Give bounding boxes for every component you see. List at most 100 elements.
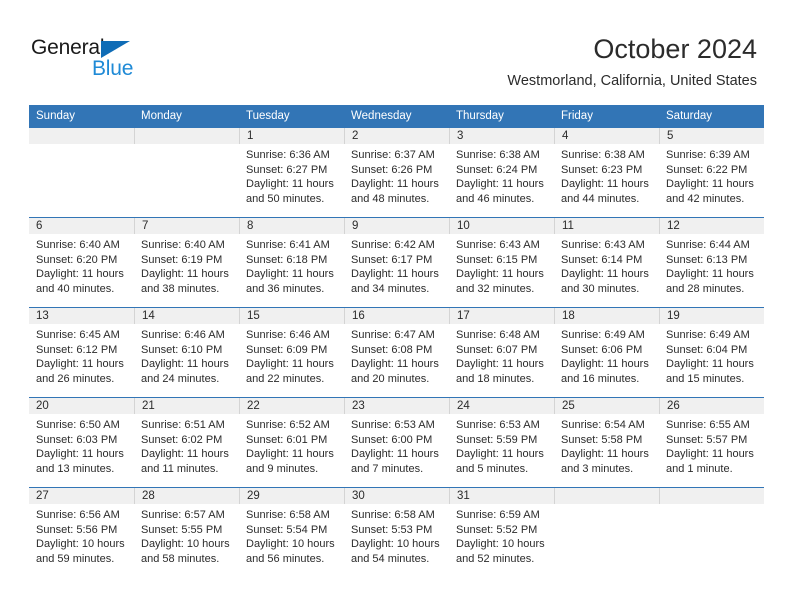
daylight-duration-line1: Daylight: 11 hours: [561, 178, 649, 191]
sunrise-time: Sunrise: 6:58 AM: [246, 509, 330, 521]
general-blue-logo[interactable]: General Blue: [31, 36, 151, 82]
day-cell-body: 16 Sunrise: 6:47 AM Sunset: 6:08 PM Dayligh…: [344, 308, 449, 397]
calendar-day-cell[interactable]: 12 Sunrise: 6:44 AM Sunset: 6:13 PM Dayligh…: [659, 217, 764, 308]
day-number: 3: [449, 128, 554, 144]
location-subtitle: Westmorland, California, United States: [507, 73, 757, 89]
sunrise-time: Sunrise: 6:40 AM: [36, 239, 120, 251]
calendar-day-cell[interactable]: 25 Sunrise: 6:54 AM Sunset: 5:58 PM Dayligh…: [554, 397, 659, 488]
calendar-day-cell[interactable]: 27 Sunrise: 6:56 AM Sunset: 5:56 PM Dayligh…: [29, 487, 134, 577]
calendar-day-cell[interactable]: 18 Sunrise: 6:49 AM Sunset: 6:06 PM Dayligh…: [554, 307, 659, 398]
day-number: 31: [449, 488, 554, 504]
calendar-day-cell[interactable]: 30 Sunrise: 6:58 AM Sunset: 5:53 PM Dayligh…: [344, 487, 449, 577]
sunrise-time: Sunrise: 6:44 AM: [666, 239, 750, 251]
calendar-week-row: 1 Sunrise: 6:36 AM Sunset: 6:27 PM Daylight…: [29, 127, 764, 218]
daylight-duration-line2: and 56 minutes.: [246, 552, 325, 565]
day-sun-info: Sunrise: 6:52 AM Sunset: 6:01 PM Daylight:…: [239, 414, 344, 476]
sunset-time: Sunset: 6:06 PM: [561, 343, 643, 356]
calendar-day-cell[interactable]: 16 Sunrise: 6:47 AM Sunset: 6:08 PM Dayligh…: [344, 307, 449, 398]
day-cell-body: 25 Sunrise: 6:54 AM Sunset: 5:58 PM Dayligh…: [554, 398, 659, 487]
day-sun-info: Sunrise: 6:55 AM Sunset: 5:57 PM Daylight:…: [659, 414, 764, 476]
daylight-duration-line2: and 59 minutes.: [36, 552, 115, 565]
day-number: 6: [29, 218, 134, 234]
day-cell-body: 20 Sunrise: 6:50 AM Sunset: 6:03 PM Dayligh…: [29, 398, 134, 487]
sunset-time: Sunset: 6:18 PM: [246, 253, 328, 266]
daylight-duration-line1: Daylight: 10 hours: [36, 538, 125, 551]
calendar-day-cell[interactable]: 10 Sunrise: 6:43 AM Sunset: 6:15 PM Dayligh…: [449, 217, 554, 308]
calendar-day-cell[interactable]: 2 Sunrise: 6:37 AM Sunset: 6:26 PM Daylight…: [344, 127, 449, 218]
day-cell-body: 23 Sunrise: 6:53 AM Sunset: 6:00 PM Dayligh…: [344, 398, 449, 487]
weekday-header-wednesday: Wednesday: [344, 105, 449, 128]
calendar-body: 1 Sunrise: 6:36 AM Sunset: 6:27 PM Daylight…: [29, 127, 764, 577]
sunrise-time: Sunrise: 6:58 AM: [351, 509, 435, 521]
calendar-day-cell[interactable]: 26 Sunrise: 6:55 AM Sunset: 5:57 PM Dayligh…: [659, 397, 764, 488]
sunset-time: Sunset: 6:23 PM: [561, 163, 643, 176]
sunrise-time: Sunrise: 6:39 AM: [666, 149, 750, 161]
calendar-day-cell[interactable]: 23 Sunrise: 6:53 AM Sunset: 6:00 PM Dayligh…: [344, 397, 449, 488]
calendar-day-cell[interactable]: 20 Sunrise: 6:50 AM Sunset: 6:03 PM Dayligh…: [29, 397, 134, 488]
calendar-day-cell[interactable]: 7 Sunrise: 6:40 AM Sunset: 6:19 PM Daylight…: [134, 217, 239, 308]
sunset-time: Sunset: 6:01 PM: [246, 433, 328, 446]
calendar-day-cell[interactable]: 19 Sunrise: 6:49 AM Sunset: 6:04 PM Dayligh…: [659, 307, 764, 398]
sunrise-time: Sunrise: 6:49 AM: [561, 329, 645, 341]
daylight-duration-line2: and 13 minutes.: [36, 462, 115, 475]
triangle-icon: [101, 41, 130, 58]
day-cell-body: 19 Sunrise: 6:49 AM Sunset: 6:04 PM Dayligh…: [659, 308, 764, 397]
calendar-day-cell: [29, 127, 134, 218]
calendar-day-cell[interactable]: 9 Sunrise: 6:42 AM Sunset: 6:17 PM Daylight…: [344, 217, 449, 308]
sunset-time: Sunset: 6:02 PM: [141, 433, 223, 446]
calendar-day-cell[interactable]: 5 Sunrise: 6:39 AM Sunset: 6:22 PM Daylight…: [659, 127, 764, 218]
day-number: 17: [449, 308, 554, 324]
calendar-day-cell[interactable]: 31 Sunrise: 6:59 AM Sunset: 5:52 PM Dayligh…: [449, 487, 554, 577]
sunrise-time: Sunrise: 6:41 AM: [246, 239, 330, 251]
calendar-day-cell[interactable]: 6 Sunrise: 6:40 AM Sunset: 6:20 PM Daylight…: [29, 217, 134, 308]
calendar-day-cell[interactable]: 17 Sunrise: 6:48 AM Sunset: 6:07 PM Dayligh…: [449, 307, 554, 398]
calendar-week-row: 27 Sunrise: 6:56 AM Sunset: 5:56 PM Dayligh…: [29, 487, 764, 577]
daylight-duration-line2: and 34 minutes.: [351, 282, 430, 295]
sunset-time: Sunset: 5:53 PM: [351, 523, 433, 536]
calendar-day-cell[interactable]: 28 Sunrise: 6:57 AM Sunset: 5:55 PM Dayligh…: [134, 487, 239, 577]
sunrise-time: Sunrise: 6:38 AM: [456, 149, 540, 161]
sunset-time: Sunset: 6:04 PM: [666, 343, 748, 356]
sunset-time: Sunset: 5:57 PM: [666, 433, 748, 446]
calendar-day-cell[interactable]: 22 Sunrise: 6:52 AM Sunset: 6:01 PM Dayligh…: [239, 397, 344, 488]
sunset-time: Sunset: 5:59 PM: [456, 433, 538, 446]
calendar-day-cell[interactable]: 21 Sunrise: 6:51 AM Sunset: 6:02 PM Dayligh…: [134, 397, 239, 488]
daylight-duration-line2: and 42 minutes.: [666, 192, 745, 205]
day-cell-body: 4 Sunrise: 6:38 AM Sunset: 6:23 PM Daylight…: [554, 128, 659, 217]
day-cell-body: 28 Sunrise: 6:57 AM Sunset: 5:55 PM Dayligh…: [134, 488, 239, 577]
calendar-week-row: 20 Sunrise: 6:50 AM Sunset: 6:03 PM Dayligh…: [29, 397, 764, 488]
day-sun-info: Sunrise: 6:49 AM Sunset: 6:04 PM Daylight:…: [659, 324, 764, 386]
calendar-day-cell[interactable]: 13 Sunrise: 6:45 AM Sunset: 6:12 PM Dayligh…: [29, 307, 134, 398]
calendar-day-cell[interactable]: 11 Sunrise: 6:43 AM Sunset: 6:14 PM Dayligh…: [554, 217, 659, 308]
day-sun-info: Sunrise: 6:43 AM Sunset: 6:15 PM Daylight:…: [449, 234, 554, 296]
daylight-duration-line2: and 44 minutes.: [561, 192, 640, 205]
daylight-duration-line2: and 9 minutes.: [246, 462, 319, 475]
daylight-duration-line2: and 48 minutes.: [351, 192, 430, 205]
title-block: October 2024 Westmorland, California, Un…: [507, 32, 757, 91]
day-number: 30: [344, 488, 449, 504]
calendar-day-cell[interactable]: 4 Sunrise: 6:38 AM Sunset: 6:23 PM Daylight…: [554, 127, 659, 218]
day-sun-info: Sunrise: 6:47 AM Sunset: 6:08 PM Daylight:…: [344, 324, 449, 386]
day-number: 16: [344, 308, 449, 324]
calendar-day-cell[interactable]: 29 Sunrise: 6:58 AM Sunset: 5:54 PM Dayligh…: [239, 487, 344, 577]
calendar-day-cell[interactable]: 15 Sunrise: 6:46 AM Sunset: 6:09 PM Dayligh…: [239, 307, 344, 398]
day-cell-body: 15 Sunrise: 6:46 AM Sunset: 6:09 PM Dayligh…: [239, 308, 344, 397]
day-number: 27: [29, 488, 134, 504]
calendar-day-cell[interactable]: 14 Sunrise: 6:46 AM Sunset: 6:10 PM Dayligh…: [134, 307, 239, 398]
day-cell-body: [134, 128, 239, 217]
day-cell-body: 26 Sunrise: 6:55 AM Sunset: 5:57 PM Dayligh…: [659, 398, 764, 487]
day-sun-info: Sunrise: 6:36 AM Sunset: 6:27 PM Daylight:…: [239, 144, 344, 206]
calendar-day-cell[interactable]: 3 Sunrise: 6:38 AM Sunset: 6:24 PM Daylight…: [449, 127, 554, 218]
sunset-time: Sunset: 6:08 PM: [351, 343, 433, 356]
day-number: 22: [239, 398, 344, 414]
day-sun-info: Sunrise: 6:38 AM Sunset: 6:24 PM Daylight:…: [449, 144, 554, 206]
day-number: 9: [344, 218, 449, 234]
day-cell-body: 12 Sunrise: 6:44 AM Sunset: 6:13 PM Dayligh…: [659, 218, 764, 307]
calendar-day-cell[interactable]: 24 Sunrise: 6:53 AM Sunset: 5:59 PM Dayligh…: [449, 397, 554, 488]
day-sun-info: Sunrise: 6:38 AM Sunset: 6:23 PM Daylight:…: [554, 144, 659, 206]
day-sun-info: Sunrise: 6:51 AM Sunset: 6:02 PM Daylight:…: [134, 414, 239, 476]
calendar-day-cell[interactable]: 8 Sunrise: 6:41 AM Sunset: 6:18 PM Daylight…: [239, 217, 344, 308]
calendar-day-cell[interactable]: 1 Sunrise: 6:36 AM Sunset: 6:27 PM Daylight…: [239, 127, 344, 218]
day-sun-info: Sunrise: 6:48 AM Sunset: 6:07 PM Daylight:…: [449, 324, 554, 386]
weekday-header-thursday: Thursday: [449, 105, 554, 128]
